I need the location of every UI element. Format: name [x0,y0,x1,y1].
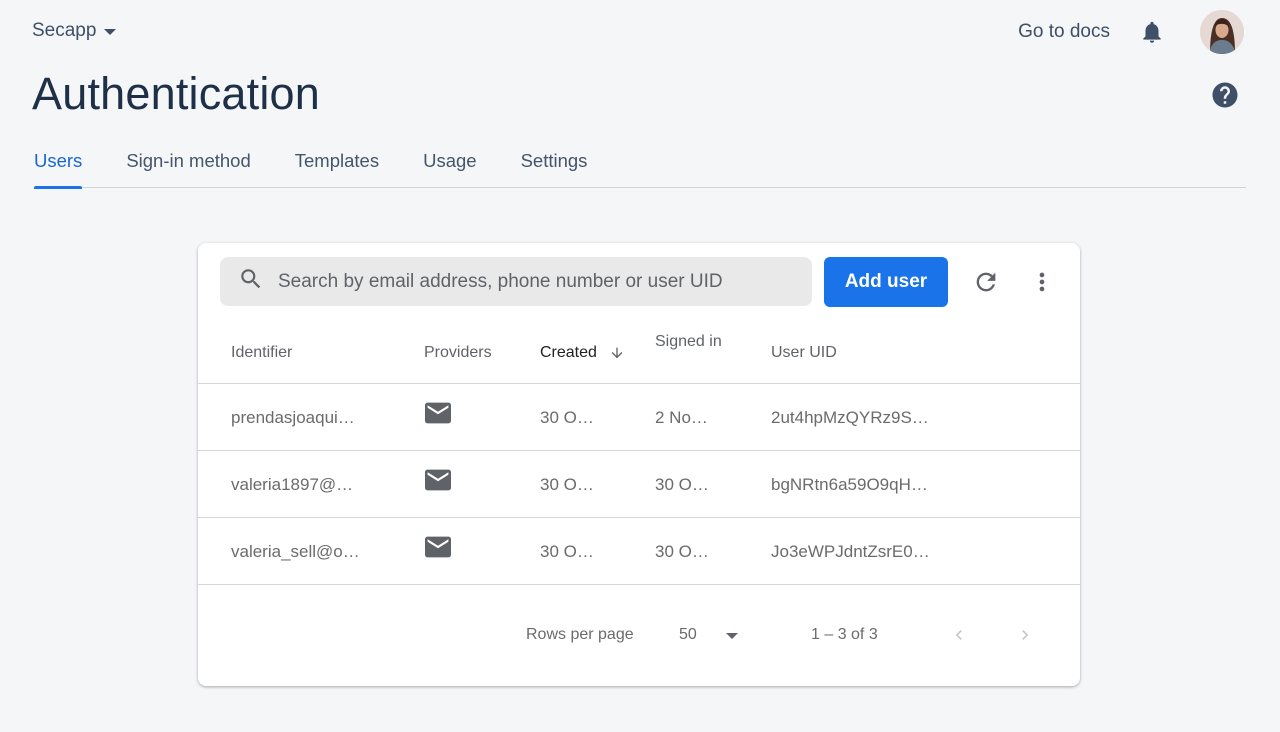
bell-icon[interactable] [1138,18,1166,46]
tab-users[interactable]: Users [34,146,83,189]
user-avatar[interactable] [1200,10,1244,54]
column-header-signed-in: Signed in [655,333,722,350]
chevron-left-icon[interactable] [949,625,969,645]
project-name: Secapp [32,20,97,41]
cell-user-uid: Jo3eWPJdntZsrE0… [771,542,930,561]
cell-signed-in: 30 O… [655,542,709,561]
help-icon[interactable] [1210,80,1240,110]
cell-identifier: prendasjoaqui… [231,408,355,427]
project-selector[interactable]: Secapp [32,20,117,42]
cell-signed-in: 2 No… [655,408,708,427]
chevron-right-icon[interactable] [1015,625,1035,645]
cell-created: 30 O… [540,542,594,561]
caret-down-icon[interactable] [726,633,738,639]
column-header-user-uid: User UID [771,344,837,361]
rows-per-page-select[interactable]: 50 [679,626,697,644]
tab-bar: Users Sign-in method Templates Usage Set… [34,146,1246,189]
cell-created: 30 O… [540,408,594,427]
column-header-identifier: Identifier [231,344,293,361]
search-bar [220,257,812,306]
table-header: Identifier Providers Created Signed in U… [198,321,1080,384]
cell-created: 30 O… [540,475,594,494]
pagination: Rows per page 50 1 – 3 of 3 [198,621,1080,651]
table-row[interactable]: valeria_sell@o… 30 O… 30 O… Jo3eWPJdntZs… [198,518,1080,585]
email-icon [425,536,451,558]
column-header-created[interactable]: Created [540,344,625,362]
arrow-down-icon [611,347,623,359]
cell-signed-in: 30 O… [655,475,709,494]
more-vert-icon[interactable] [1028,268,1056,296]
tab-usage[interactable]: Usage [423,146,476,188]
rows-per-page-label: Rows per page [526,626,634,643]
email-icon [425,402,451,424]
pagination-range: 1 – 3 of 3 [811,626,878,643]
email-icon [425,469,451,491]
column-header-providers: Providers [424,344,492,361]
cell-identifier: valeria_sell@o… [231,542,360,561]
users-table: Identifier Providers Created Signed in U… [198,321,1080,585]
top-right-actions: Go to docs [1018,10,1244,54]
tab-sign-in-method[interactable]: Sign-in method [126,146,250,188]
add-user-button[interactable]: Add user [824,257,948,307]
refresh-icon[interactable] [972,268,1000,296]
cell-user-uid: 2ut4hpMzQYRz9S… [771,408,929,427]
cell-user-uid: bgNRtn6a59O9qH… [771,475,928,494]
tab-templates[interactable]: Templates [295,146,379,188]
column-header-created-label: Created [540,344,597,361]
page-title: Authentication [32,68,321,119]
caret-down-icon [104,29,117,35]
cell-identifier: valeria1897@… [231,475,354,494]
go-to-docs-link[interactable]: Go to docs [1018,21,1110,43]
table-row[interactable]: prendasjoaqui… 30 O… 2 No… 2ut4hpMzQYRz9… [198,384,1080,451]
search-icon [238,266,264,297]
users-card: Add user Identifier Providers Created Si… [198,243,1080,686]
table-row[interactable]: valeria1897@… 30 O… 30 O… bgNRtn6a59O9qH… [198,451,1080,518]
tab-settings[interactable]: Settings [521,146,588,188]
search-input[interactable] [278,270,798,293]
